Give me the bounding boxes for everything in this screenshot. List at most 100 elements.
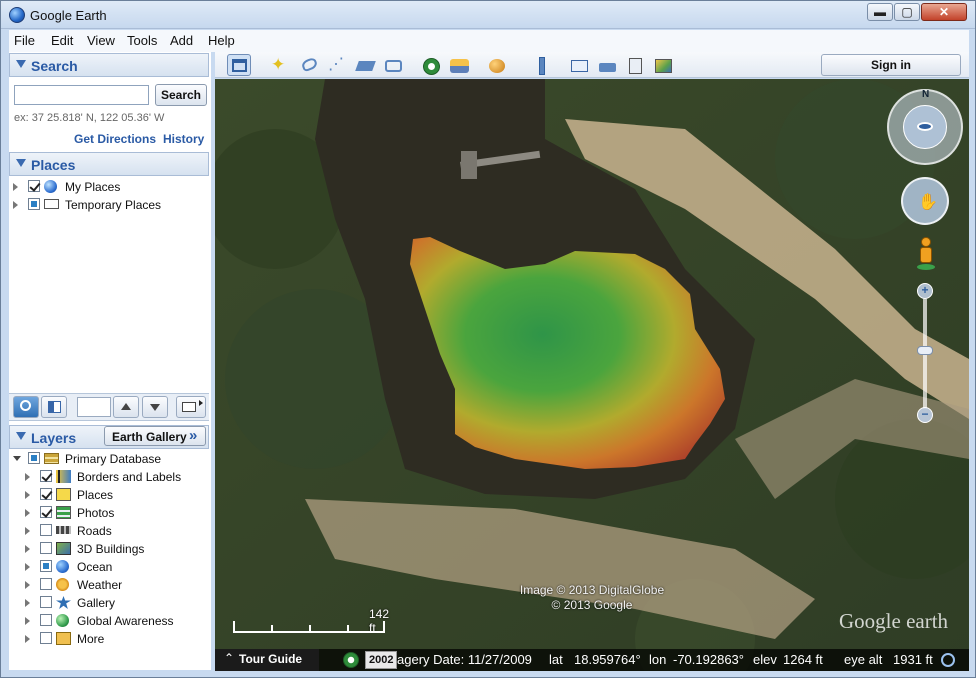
- save-image-button[interactable]: [651, 54, 675, 76]
- email-button[interactable]: [567, 54, 591, 76]
- menu-add[interactable]: Add: [170, 33, 193, 48]
- layer-checkbox[interactable]: [40, 614, 52, 626]
- places-heading: Places: [31, 157, 76, 173]
- add-placemark-button[interactable]: ✦: [267, 54, 291, 76]
- street-view-pegman[interactable]: [917, 237, 935, 271]
- layer-checkbox[interactable]: [40, 506, 52, 518]
- add-path-button[interactable]: ⋰: [325, 54, 349, 76]
- sidebar-view-button[interactable]: [41, 396, 67, 418]
- move-control[interactable]: ✋: [901, 177, 949, 225]
- main-toolbar: ✦ ⋰ Sign in: [215, 52, 969, 78]
- zoom-in-icon[interactable]: +: [917, 283, 933, 299]
- move-up-button[interactable]: [113, 396, 139, 418]
- expand-arrow-icon[interactable]: [13, 183, 18, 191]
- add-polygon-button[interactable]: [297, 54, 321, 76]
- layer-item[interactable]: Ocean: [9, 559, 209, 576]
- toggle-sidebar-button[interactable]: [227, 54, 251, 76]
- menu-view[interactable]: View: [87, 33, 115, 48]
- switch-planet-button[interactable]: [485, 54, 509, 76]
- add-folder-button[interactable]: [176, 396, 206, 418]
- layer-primary-database[interactable]: Primary Database: [9, 451, 209, 468]
- close-button[interactable]: ✕: [921, 3, 967, 21]
- expand-arrow-icon[interactable]: [25, 617, 30, 625]
- eye-alt-label: eye alt: [844, 652, 883, 667]
- view-in-maps-button[interactable]: [623, 54, 647, 76]
- google-earth-watermark: Google earth: [839, 609, 949, 633]
- layer-checkbox[interactable]: [40, 488, 52, 500]
- layer-item[interactable]: Borders and Labels: [9, 469, 209, 486]
- get-directions-link[interactable]: Get Directions: [74, 132, 156, 146]
- expand-arrow-icon[interactable]: [25, 527, 30, 535]
- side-panel: Search Search ex: 37 25.818' N, 122 05.3…: [9, 52, 211, 670]
- layer-item-label: Weather: [77, 578, 123, 592]
- menu-help[interactable]: Help: [208, 33, 235, 48]
- historical-imagery-icon[interactable]: [343, 652, 359, 668]
- expand-arrow-icon[interactable]: [13, 201, 18, 209]
- move-down-button[interactable]: [142, 396, 168, 418]
- planet-icon: [489, 59, 505, 73]
- collapse-triangle-icon: [16, 159, 26, 167]
- layer-item[interactable]: More: [9, 631, 209, 648]
- places-item-my-places[interactable]: My Places: [9, 179, 209, 196]
- maximize-button[interactable]: ▢: [894, 3, 920, 21]
- layer-checkbox[interactable]: [40, 632, 52, 644]
- layer-item[interactable]: Roads: [9, 523, 209, 540]
- earth-gallery-button[interactable]: Earth Gallery »: [104, 426, 206, 446]
- panel-icon: [48, 401, 61, 413]
- checkbox-primary-database[interactable]: [28, 452, 40, 464]
- photos-icon: [56, 506, 71, 519]
- layer-item[interactable]: Places: [9, 487, 209, 504]
- layer-item[interactable]: Global Awareness: [9, 613, 209, 630]
- expand-arrow-icon[interactable]: [25, 563, 30, 571]
- zoom-slider-thumb[interactable]: [917, 346, 933, 355]
- lat-label: lat: [549, 652, 563, 667]
- sign-in-button[interactable]: Sign in: [821, 54, 961, 76]
- search-panel-header[interactable]: Search: [9, 53, 209, 77]
- layer-checkbox[interactable]: [40, 578, 52, 590]
- layer-checkbox[interactable]: [40, 524, 52, 536]
- history-link[interactable]: History: [163, 132, 204, 146]
- checkbox-temporary-places[interactable]: [28, 198, 40, 210]
- borders-flag-icon: [56, 470, 71, 483]
- layer-checkbox[interactable]: [40, 560, 52, 572]
- expand-arrow-icon[interactable]: [25, 599, 30, 607]
- checkbox-my-places[interactable]: [28, 180, 40, 192]
- expand-arrow-icon[interactable]: [25, 509, 30, 517]
- expanded-arrow-icon[interactable]: [13, 456, 21, 461]
- search-button[interactable]: Search: [155, 84, 207, 106]
- expand-arrow-icon[interactable]: [25, 491, 30, 499]
- year-badge[interactable]: 2002: [365, 651, 398, 669]
- zoom-out-icon[interactable]: −: [917, 407, 933, 423]
- minimize-button[interactable]: ▬: [867, 3, 893, 21]
- layer-item[interactable]: Weather: [9, 577, 209, 594]
- layer-item[interactable]: Photos: [9, 505, 209, 522]
- layer-item[interactable]: Gallery: [9, 595, 209, 612]
- expand-arrow-icon[interactable]: [25, 635, 30, 643]
- print-button[interactable]: [595, 54, 619, 76]
- menu-tools[interactable]: Tools: [127, 33, 157, 48]
- places-panel-header[interactable]: Places: [9, 152, 209, 176]
- look-control[interactable]: N: [887, 89, 963, 165]
- layer-item[interactable]: 3D Buildings: [9, 541, 209, 558]
- search-input[interactable]: [14, 85, 149, 105]
- expand-arrow-icon[interactable]: [25, 473, 30, 481]
- places-filter-input[interactable]: [77, 397, 111, 417]
- search-mode-button[interactable]: [13, 396, 39, 418]
- tour-guide-button[interactable]: ⌃ Tour Guide: [215, 649, 319, 671]
- layer-checkbox[interactable]: [40, 542, 52, 554]
- expand-arrow-icon[interactable]: [25, 545, 30, 553]
- record-tour-button[interactable]: [381, 54, 405, 76]
- zoom-control[interactable]: + −: [917, 283, 933, 423]
- expand-arrow-icon[interactable]: [25, 581, 30, 589]
- places-item-temporary-places[interactable]: Temporary Places: [9, 197, 209, 214]
- layer-checkbox[interactable]: [40, 596, 52, 608]
- imagery-credit: Image © 2013 DigitalGlobe: [519, 583, 665, 597]
- menu-edit[interactable]: Edit: [51, 33, 73, 48]
- historical-imagery-button[interactable]: [419, 54, 443, 76]
- layer-checkbox[interactable]: [40, 470, 52, 482]
- map-view[interactable]: N ✋ + − Image © 2013 DigitalGlobe © 2013…: [215, 79, 969, 671]
- menu-file[interactable]: File: [14, 33, 35, 48]
- sunlight-button[interactable]: [447, 54, 471, 76]
- ruler-button[interactable]: [529, 54, 553, 76]
- add-overlay-button[interactable]: [353, 54, 377, 76]
